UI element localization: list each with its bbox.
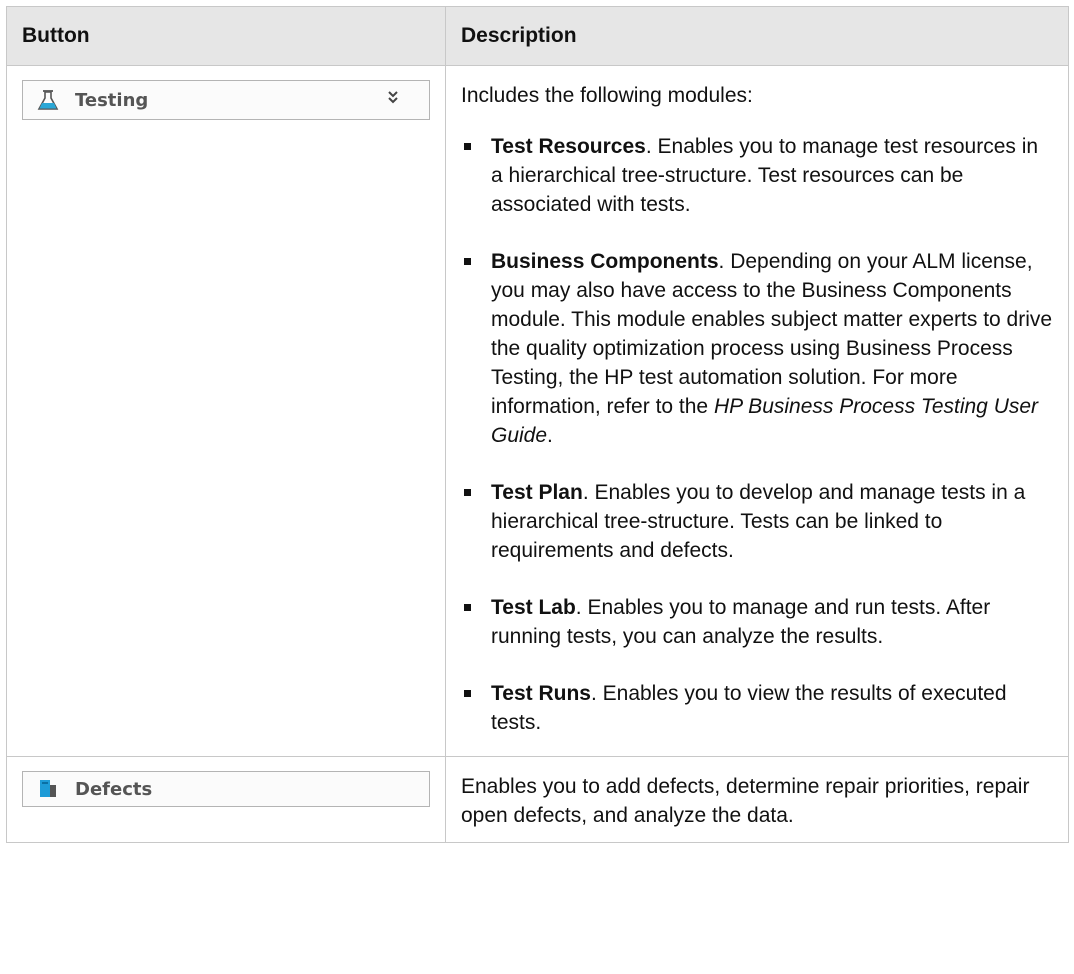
modules-table: Button Description Testing Includes the … — [6, 6, 1069, 843]
header-button: Button — [6, 6, 446, 66]
testing-module-button[interactable]: Testing — [22, 80, 430, 120]
module-list: Test Resources. Enables you to manage te… — [461, 132, 1054, 737]
flask-icon — [37, 89, 59, 111]
item-title: Test Runs — [491, 682, 591, 705]
list-item: Test Lab. Enables you to manage and run … — [461, 593, 1054, 651]
description-intro: Includes the following modules: — [461, 84, 753, 107]
table-row: Testing Includes the following modules: … — [6, 65, 1069, 757]
testing-module-label: Testing — [75, 89, 149, 111]
list-item: Test Plan. Enables you to develop and ma… — [461, 478, 1054, 565]
defects-module-button[interactable]: Defects — [22, 771, 430, 807]
header-description: Description — [445, 6, 1069, 66]
double-chevron-down-icon — [387, 90, 399, 108]
list-item: Test Resources. Enables you to manage te… — [461, 132, 1054, 219]
item-title: Business Components — [491, 250, 719, 273]
list-item: Test Runs. Enables you to view the resul… — [461, 679, 1054, 737]
defects-module-label: Defects — [75, 778, 153, 800]
item-tail: . — [547, 424, 553, 447]
item-title: Test Resources — [491, 135, 646, 158]
defects-icon — [37, 778, 59, 800]
button-cell: Testing — [6, 65, 446, 757]
testing-description-cell: Includes the following modules: Test Res… — [445, 65, 1069, 757]
item-title: Test Plan — [491, 481, 583, 504]
button-cell: Defects — [6, 756, 446, 843]
item-title: Test Lab — [491, 596, 576, 619]
table-header-row: Button Description — [6, 6, 1069, 66]
list-item: Business Components. Depending on your A… — [461, 247, 1054, 450]
table-row: Defects Enables you to add defects, dete… — [6, 756, 1069, 843]
item-text: . Depending on your ALM license, you may… — [491, 250, 1053, 418]
defects-description-cell: Enables you to add defects, determine re… — [445, 756, 1069, 843]
